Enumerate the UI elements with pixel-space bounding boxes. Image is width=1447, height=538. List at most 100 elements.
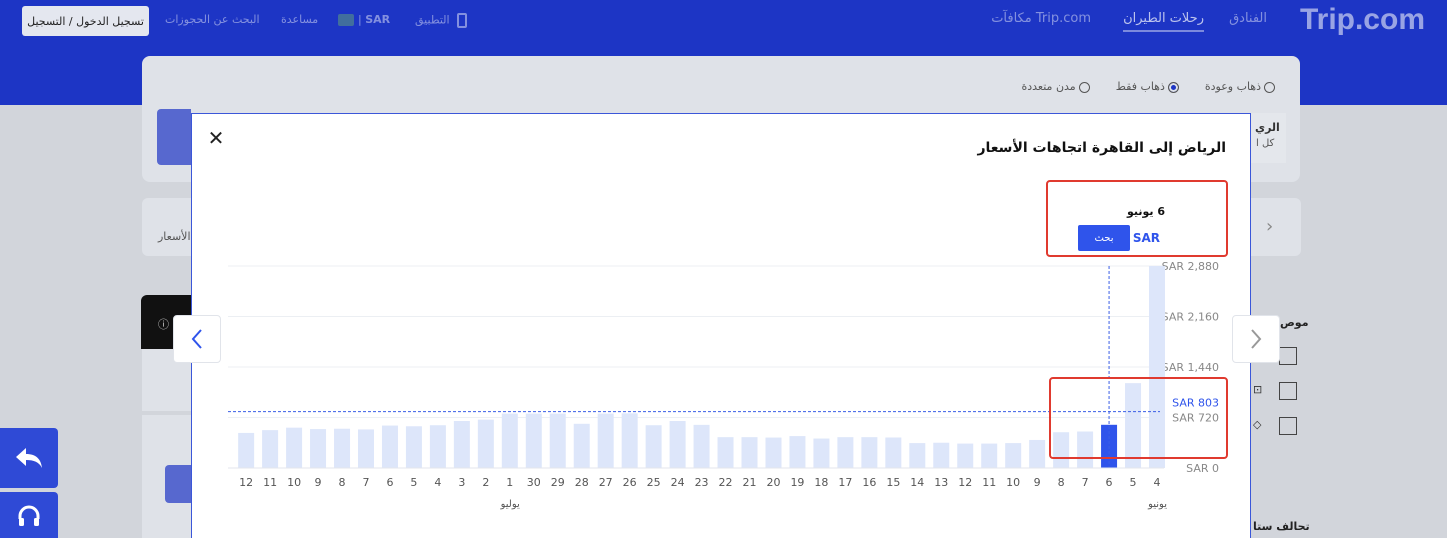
chart-bar[interactable] [669, 421, 686, 468]
x-tick-label: 10 [287, 476, 301, 489]
selected-bar-highlight [1049, 377, 1228, 459]
chart-bar[interactable] [981, 443, 998, 468]
chart-bar[interactable] [262, 430, 279, 468]
price-trend-chart: SAR 0SAR 720SAR 1,440SAR 2,160SAR 2,8804… [228, 260, 1219, 510]
price-trend-modal: ✕ الرياض إلى القاهرة اتجاهات الأسعار 6 ي… [191, 113, 1251, 538]
chart-bar[interactable] [405, 426, 422, 468]
info-icon: ⓘ [158, 318, 169, 331]
search-button-bg [157, 109, 191, 165]
select-button-bg [165, 465, 191, 503]
next-dates-button[interactable] [1232, 315, 1280, 363]
app-link[interactable]: التطبيق [415, 13, 468, 28]
chart-bar[interactable] [957, 443, 974, 468]
chevron-right-icon: › [1266, 216, 1274, 237]
chart-bar[interactable] [717, 437, 734, 468]
chart-bar[interactable] [549, 413, 566, 468]
x-tick-label: 11 [982, 476, 996, 489]
x-tick-label: 10 [1006, 476, 1020, 489]
nav-flights[interactable]: رحلات الطيران [1123, 11, 1204, 32]
chart-bar[interactable] [286, 427, 303, 468]
x-tick-label: 6 [1106, 476, 1113, 489]
x-tick-label: 22 [719, 476, 733, 489]
y-tick-label: SAR 0 [1186, 462, 1219, 475]
chart-bar[interactable] [1029, 439, 1046, 468]
x-tick-label: 23 [695, 476, 709, 489]
date-strip-bg [1251, 198, 1301, 256]
nav-hotels[interactable]: الفنادق [1229, 11, 1267, 26]
flag-icon [338, 14, 354, 26]
nav-rewards[interactable]: مكافآت Trip.com [991, 11, 1091, 26]
chart-bar[interactable] [501, 413, 518, 468]
chart-bar[interactable] [477, 419, 494, 468]
back-arrow-icon [16, 448, 42, 468]
chart-bar[interactable] [741, 437, 758, 468]
filter-checkbox[interactable] [1279, 347, 1297, 365]
radio-icon [1078, 81, 1090, 93]
chart-bar[interactable] [765, 437, 782, 468]
tag-icon: ◇ [1253, 418, 1262, 431]
x-tick-label: 4 [434, 476, 441, 489]
chart-bar[interactable] [645, 425, 662, 468]
x-tick-label: 7 [362, 476, 369, 489]
x-tick-label: 7 [1082, 476, 1089, 489]
x-tick-label: 13 [934, 476, 948, 489]
back-to-top-button[interactable] [0, 428, 58, 488]
chart-bar[interactable] [525, 413, 542, 468]
chart-bar[interactable] [813, 438, 830, 468]
x-tick-label: 8 [339, 476, 346, 489]
chart-bar[interactable] [909, 443, 926, 468]
find-bookings-link[interactable]: البحث عن الحجوزات [165, 13, 260, 26]
login-button[interactable]: تسجيل الدخول / التسجيل [22, 6, 149, 36]
chart-bar[interactable] [837, 437, 854, 468]
origin-sub-partial: كل ا [1256, 138, 1275, 149]
trip-type-multicity[interactable]: مدن متعددة [1022, 80, 1090, 93]
chart-bar[interactable] [933, 442, 950, 468]
headset-icon [18, 505, 40, 526]
x-tick-label: 9 [1034, 476, 1041, 489]
brand-logo[interactable]: Trip.com [1300, 3, 1425, 37]
chart-bar[interactable] [789, 436, 806, 468]
chart-bar[interactable] [238, 432, 255, 468]
chart-bar[interactable] [621, 413, 638, 468]
x-tick-label: 28 [575, 476, 589, 489]
filter-checkbox[interactable] [1279, 382, 1297, 400]
chart-bar[interactable] [597, 413, 614, 468]
chart-bar[interactable] [453, 421, 470, 468]
x-tick-label: 29 [551, 476, 565, 489]
luggage-icon: ⊡ [1253, 383, 1263, 396]
month-label: يوليو [500, 499, 520, 510]
price-bar-bg [142, 198, 191, 256]
x-tick-label: 15 [886, 476, 900, 489]
chart-bar[interactable] [573, 423, 590, 468]
origin-label-partial: الري [1255, 121, 1280, 134]
x-tick-label: 5 [410, 476, 417, 489]
trip-type-oneway[interactable]: ذهاب فقط [1116, 80, 1179, 93]
x-tick-label: 24 [671, 476, 685, 489]
x-tick-label: 18 [814, 476, 828, 489]
x-tick-label: 1 [506, 476, 513, 489]
chart-bar[interactable] [429, 425, 446, 468]
support-button[interactable] [0, 492, 58, 538]
y-tick-label: SAR 1,440 [1162, 361, 1219, 374]
x-tick-label: 11 [263, 476, 277, 489]
x-tick-label: 17 [838, 476, 852, 489]
prev-dates-button[interactable] [173, 315, 221, 363]
y-tick-label: SAR 2,160 [1162, 311, 1219, 324]
x-tick-label: 26 [623, 476, 637, 489]
chart-bar[interactable] [334, 428, 351, 468]
help-link[interactable]: مساعدة [281, 13, 318, 26]
chart-bar[interactable] [693, 424, 710, 468]
chevron-left-icon [191, 329, 202, 349]
chart-bar[interactable] [861, 437, 878, 468]
chart-bar[interactable] [357, 429, 374, 468]
chart-bar[interactable] [310, 429, 327, 468]
filter-checkbox[interactable] [1279, 417, 1297, 435]
x-tick-label: 16 [862, 476, 876, 489]
currency-selector[interactable]: | SAR [334, 13, 390, 26]
chart-bar[interactable] [1005, 443, 1022, 468]
trip-type-roundtrip[interactable]: ذهاب وعودة [1205, 80, 1275, 93]
chart-bar[interactable] [381, 425, 398, 468]
chart-bar[interactable] [885, 437, 902, 468]
x-tick-label: 30 [527, 476, 541, 489]
x-tick-label: 3 [458, 476, 465, 489]
